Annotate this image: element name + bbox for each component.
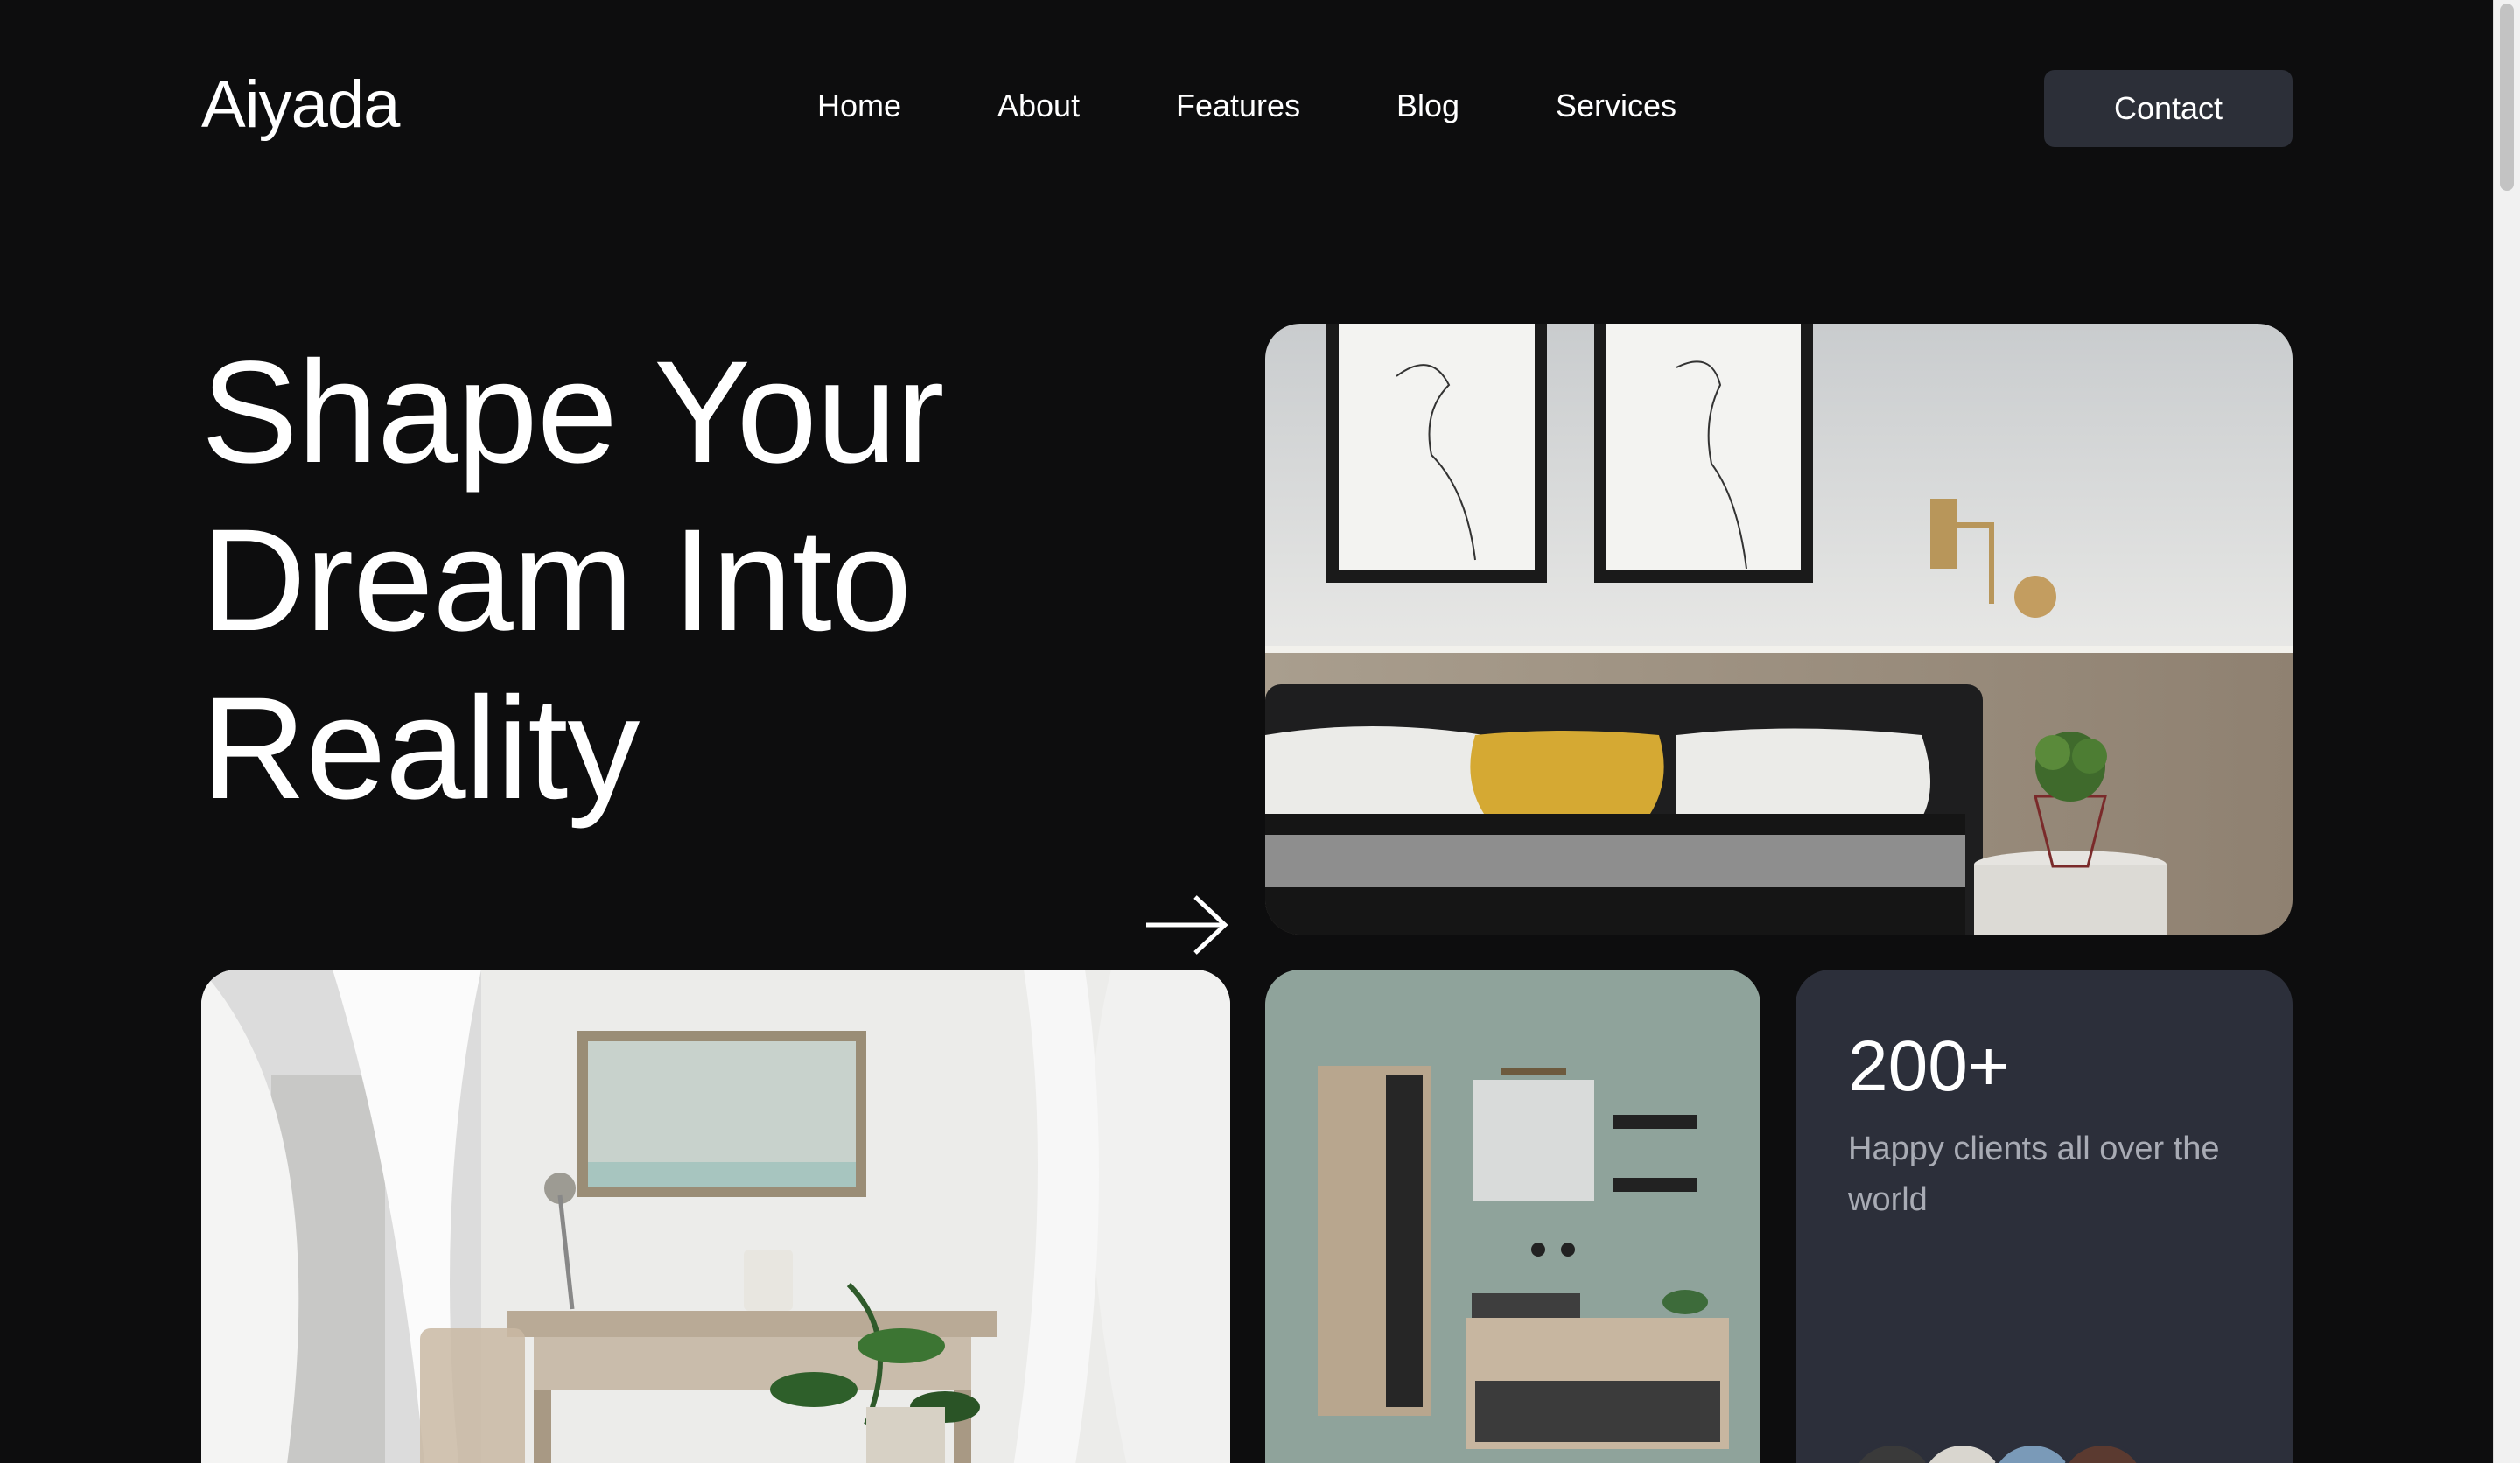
nav-about[interactable]: About — [998, 88, 1080, 124]
clients-count: 200+ — [1848, 1026, 2010, 1106]
bathroom-photo — [1265, 970, 1760, 1463]
nav-features[interactable]: Features — [1176, 88, 1300, 124]
avatar — [2058, 1442, 2147, 1463]
hero-title-line-2: Dream Into — [201, 500, 912, 662]
avatar — [1988, 1442, 2077, 1463]
hero-title-line-1: Shape Your — [201, 332, 945, 494]
happy-clients-card: 200+ Happy clients all over the world — [1796, 970, 2292, 1463]
scrollbar-thumb[interactable] — [2500, 4, 2514, 191]
brand-logo[interactable]: Aiyada — [201, 66, 400, 143]
contact-button[interactable]: Contact — [2044, 70, 2292, 147]
bedroom-photo — [1265, 324, 2292, 934]
arrow-right-icon[interactable] — [1144, 894, 1228, 956]
hero-title: Shape Your Dream Into Reality — [201, 329, 1208, 833]
clients-description: Happy clients all over the world — [1848, 1130, 2220, 1218]
page-scrollbar[interactable] — [2493, 0, 2520, 1463]
nav-home[interactable]: Home — [817, 88, 901, 124]
avatar — [1918, 1442, 2007, 1463]
avatar — [1848, 1442, 1937, 1463]
nav-services[interactable]: Services — [1556, 88, 1676, 124]
hero-title-line-3: Reality — [201, 668, 640, 830]
page: Aiyada Home About Features Blog Services… — [0, 0, 2494, 1463]
desk-room-photo — [201, 970, 1230, 1463]
nav-blog[interactable]: Blog — [1396, 88, 1460, 124]
